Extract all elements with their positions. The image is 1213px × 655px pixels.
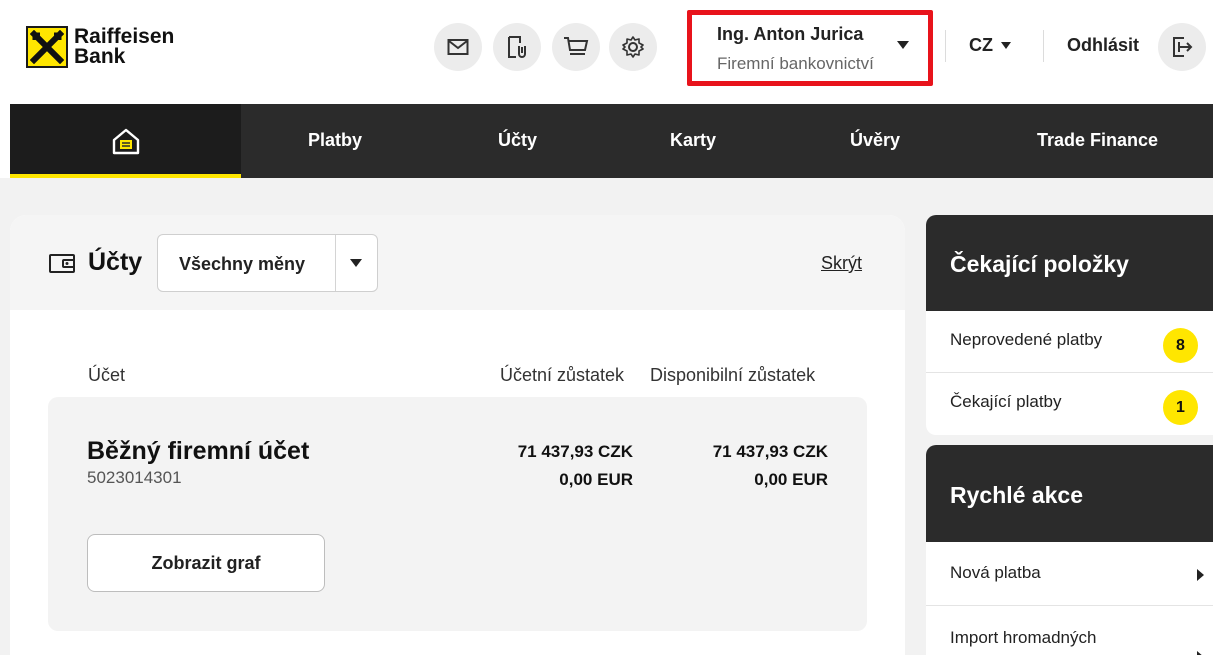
select-divider xyxy=(335,235,336,291)
gear-icon xyxy=(622,36,644,58)
chevron-down-icon xyxy=(1001,42,1011,49)
pending-item-label: Neprovedené platby xyxy=(950,330,1103,349)
account-name: Běžný firemní účet xyxy=(87,437,310,465)
accounts-card: Účty Všechny měny Skrýt Účet Účetní zůst… xyxy=(10,215,905,655)
nav-uvery[interactable]: Úvěry xyxy=(850,130,900,151)
settings-button[interactable] xyxy=(609,23,657,71)
user-name: Ing. Anton Jurica xyxy=(717,24,864,44)
available-balance-czk: 71 437,93 CZK xyxy=(712,442,828,461)
messages-button[interactable] xyxy=(434,23,482,71)
account-number: 5023014301 xyxy=(87,468,182,487)
chevron-down-icon xyxy=(897,41,909,49)
documents-button[interactable] xyxy=(493,23,541,71)
pending-items-header: Čekající položky xyxy=(926,215,1213,311)
quick-actions-panel: Rychlé akce Nová platba Import hromadnýc… xyxy=(926,445,1213,655)
show-graph-button[interactable]: Zobrazit graf xyxy=(87,534,325,592)
quick-actions-header: Rychlé akce xyxy=(926,445,1213,542)
column-header-account: Účet xyxy=(88,365,126,385)
accounts-card-header: Účty Všechny měny Skrýt xyxy=(10,215,905,310)
column-header-booked-balance: Účetní zůstatek xyxy=(500,365,625,385)
pending-item-label: Čekající platby xyxy=(950,392,1062,411)
accounts-title: Účty xyxy=(88,248,143,276)
account-row[interactable]: Běžný firemní účet 5023014301 71 437,93 … xyxy=(48,397,867,631)
raiffeisen-logo-icon xyxy=(26,26,68,68)
header-divider xyxy=(1043,30,1044,62)
pending-item-unexecuted-payments[interactable]: Neprovedené platby 8 xyxy=(926,311,1213,373)
nav-platby[interactable]: Platby xyxy=(308,130,362,151)
raiffeisen-logo[interactable]: Raiffeisen Bank xyxy=(26,26,174,68)
chevron-right-icon xyxy=(1197,651,1204,655)
pending-items-title: Čekající položky xyxy=(950,251,1129,277)
brand-line-1: Raiffeisen xyxy=(74,25,175,48)
header-divider xyxy=(945,30,946,62)
column-header-available-balance: Disponibilní zůstatek xyxy=(650,365,816,385)
booked-balance-eur: 0,00 EUR xyxy=(559,470,633,489)
mail-icon xyxy=(447,39,469,55)
nav-karty[interactable]: Karty xyxy=(670,130,716,151)
nav-home[interactable] xyxy=(10,104,241,178)
available-balance-eur: 0,00 EUR xyxy=(754,470,828,489)
hide-accounts-link[interactable]: Skrýt xyxy=(821,253,862,274)
logout-icon xyxy=(1173,37,1193,57)
pending-item-waiting-payments[interactable]: Čekající platby 1 xyxy=(926,373,1213,435)
quick-action-label: Nová platba xyxy=(950,563,1041,582)
count-badge: 1 xyxy=(1163,390,1198,425)
quick-actions-title: Rychlé akce xyxy=(950,482,1083,508)
cart-button[interactable] xyxy=(552,23,600,71)
main-navigation: Platby Účty Karty Úvěry Trade Finance xyxy=(10,104,1213,178)
logout-link[interactable]: Odhlásit xyxy=(1067,35,1139,56)
pending-items-panel: Čekající položky Neprovedené platby 8 Če… xyxy=(926,215,1213,435)
quick-action-bulk-import[interactable]: Import hromadných xyxy=(926,606,1213,655)
language-label: CZ xyxy=(969,35,993,55)
chevron-down-icon xyxy=(350,259,362,267)
brand-line-2: Bank xyxy=(74,45,126,68)
language-selector[interactable]: CZ xyxy=(969,35,1011,56)
logout-button[interactable] xyxy=(1158,23,1206,71)
currency-filter-select[interactable]: Všechny měny xyxy=(157,234,378,292)
chevron-right-icon xyxy=(1197,569,1204,581)
nav-ucty[interactable]: Účty xyxy=(498,130,537,151)
cart-icon xyxy=(564,37,589,55)
count-badge: 8 xyxy=(1163,328,1198,363)
document-attachment-icon xyxy=(508,36,526,58)
wallet-icon xyxy=(49,254,75,273)
home-icon xyxy=(112,128,139,155)
nav-trade-finance[interactable]: Trade Finance xyxy=(1037,130,1158,151)
header: Raiffeisen Bank Ing. Anton Jurica Firemn… xyxy=(0,0,1213,104)
user-profile-switcher[interactable]: Ing. Anton Jurica Firemní bankovnictví xyxy=(687,10,933,86)
quick-action-label: Import hromadných xyxy=(950,628,1097,647)
user-role: Firemní bankovnictví xyxy=(717,54,874,73)
quick-action-new-payment[interactable]: Nová platba xyxy=(926,542,1213,606)
currency-filter-value: Všechny měny xyxy=(179,254,306,274)
booked-balance-czk: 71 437,93 CZK xyxy=(517,442,633,461)
